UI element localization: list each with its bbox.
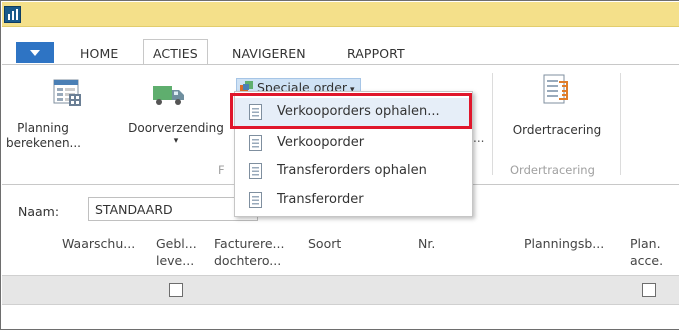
table-row[interactable] xyxy=(2,275,679,305)
truck-icon xyxy=(152,83,186,110)
column-header-line1: Gebl... xyxy=(156,236,197,251)
menu-item-transferorders-ophalen[interactable]: Transferorders ophalen xyxy=(235,157,472,185)
tab-acties[interactable]: ACTIES xyxy=(143,39,208,66)
document-icon xyxy=(249,135,262,151)
application-window: HOME ACTIES NAVIGEREN RAPPORT Planning b… xyxy=(0,0,679,330)
planning-berekenen-button[interactable]: Planning berekenen... xyxy=(6,121,81,151)
doorverzending-button[interactable]: Doorverzending ▾ xyxy=(118,121,234,146)
column-header-line1: Nr. xyxy=(418,236,436,251)
tab-rapport[interactable]: RAPPORT xyxy=(347,46,405,61)
column-header-line2: acce. xyxy=(630,253,664,268)
column-header-plan-accepteren[interactable]: Plan. acce. xyxy=(630,235,663,269)
planning-label-line2: berekenen... xyxy=(6,136,81,150)
column-header-factureren[interactable]: Facturere... dochtero... xyxy=(214,235,284,269)
ordertracering-button[interactable]: Ordertracering xyxy=(505,123,609,138)
menu-item-verkooporder[interactable]: Verkooporder xyxy=(235,129,472,157)
menu-item-label: Verkooporder xyxy=(277,135,365,150)
column-header-line2: leve... xyxy=(156,253,195,268)
group-label-functions: F xyxy=(218,163,225,177)
column-header-nr[interactable]: Nr. xyxy=(418,235,435,252)
document-icon xyxy=(249,192,262,208)
app-menu-button[interactable] xyxy=(16,42,54,63)
nav-app-icon[interactable] xyxy=(4,6,21,23)
geblokkeerd-checkbox[interactable] xyxy=(169,283,183,297)
menu-item-label: Transferorder xyxy=(277,192,364,207)
title-bar xyxy=(2,2,679,27)
column-header-line1: Waarschu... xyxy=(62,236,136,251)
menu-item-label: Transferorders ophalen xyxy=(277,163,427,178)
column-header-line1: Plan. xyxy=(630,236,661,251)
column-header-geblokkeerd[interactable]: Gebl... leve... xyxy=(156,235,197,269)
column-header-line1: Soort xyxy=(308,236,342,251)
column-header-line1: Facturere... xyxy=(214,236,285,251)
tab-home[interactable]: HOME xyxy=(80,46,118,61)
plan-accepteren-checkbox[interactable] xyxy=(642,283,656,297)
name-label: Naam: xyxy=(18,204,60,219)
menu-item-transferorder[interactable]: Transferorder xyxy=(235,186,472,214)
column-header-line1: Planningsb... xyxy=(524,236,605,251)
partial-ellipsis: ... xyxy=(473,131,485,145)
tab-navigeren[interactable]: NAVIGEREN xyxy=(232,46,306,61)
name-field[interactable]: STANDAARD xyxy=(88,197,258,221)
column-header-waarschuwing[interactable]: Waarschu... xyxy=(62,235,135,252)
doorverzending-label: Doorverzending xyxy=(128,121,224,135)
column-header-planningsbericht[interactable]: Planningsb... xyxy=(524,235,604,252)
group-separator xyxy=(620,73,621,175)
grid-header: Waarschu... Gebl... leve... Facturere...… xyxy=(2,227,679,275)
order-tracking-icon xyxy=(542,73,572,110)
chevron-down-icon: ▾ xyxy=(173,136,179,146)
highlight-annotation xyxy=(230,93,472,129)
group-separator xyxy=(492,73,493,175)
planning-worksheet-icon xyxy=(52,77,82,110)
column-header-soort[interactable]: Soort xyxy=(308,235,341,252)
document-icon xyxy=(249,163,262,179)
planning-label-line1: Planning xyxy=(17,121,69,135)
group-label-ordertracering: Ordertracering xyxy=(510,163,595,177)
ribbon-tab-bar: HOME ACTIES NAVIGEREN RAPPORT xyxy=(2,27,679,66)
column-header-line2: dochtero... xyxy=(214,253,282,268)
